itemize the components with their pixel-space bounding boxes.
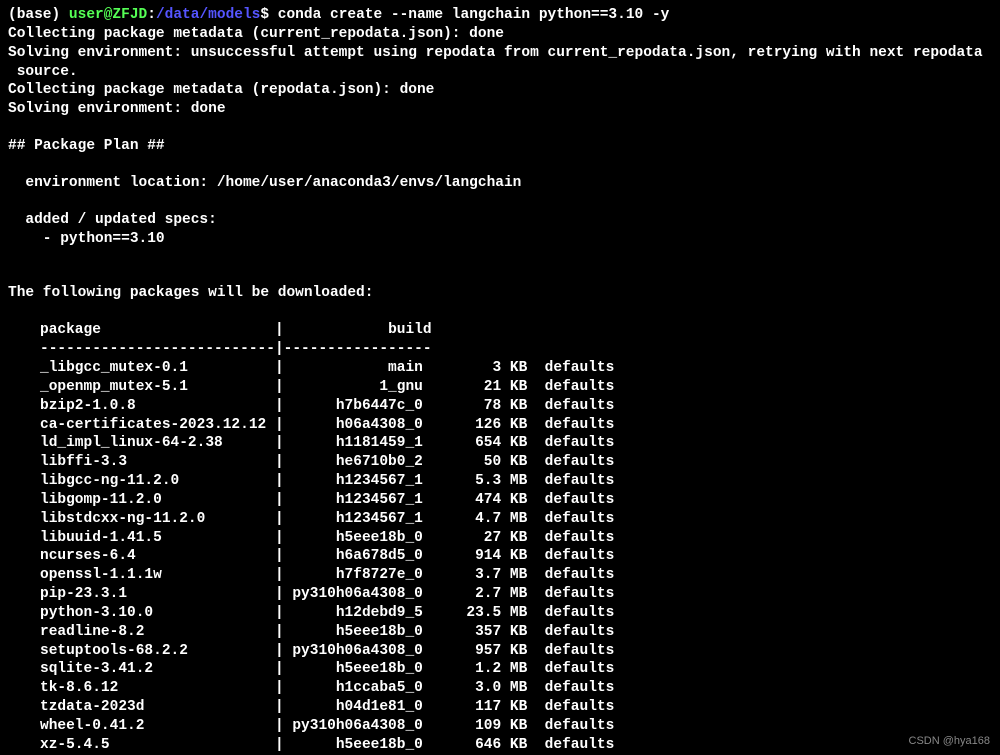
- output-line: Solving environment: unsuccessful attemp…: [8, 44, 992, 63]
- table-row: libgcc-ng-11.2.0 | h1234567_1 5.3 MB def…: [8, 472, 992, 491]
- table-row: openssl-1.1.1w | h7f8727e_0 3.7 MB defau…: [8, 566, 992, 585]
- colon: :: [147, 7, 156, 23]
- table-row: libgomp-11.2.0 | h1234567_1 474 KB defau…: [8, 491, 992, 510]
- table-row: wheel-0.41.2 | py310h06a4308_0 109 KB de…: [8, 717, 992, 736]
- table-row: bzip2-1.0.8 | h7b6447c_0 78 KB defaults: [8, 397, 992, 416]
- output-line: Collecting package metadata (current_rep…: [8, 25, 992, 44]
- table-row: _openmp_mutex-5.1 | 1_gnu 21 KB defaults: [8, 378, 992, 397]
- prompt-prefix: (base): [8, 7, 69, 23]
- table-row: tk-8.6.12 | h1ccaba5_0 3.0 MB defaults: [8, 679, 992, 698]
- header-package: package: [40, 322, 101, 338]
- output-line: Collecting package metadata (repodata.js…: [8, 81, 992, 100]
- added-specs-header: added / updated specs:: [8, 211, 992, 230]
- output-line: source.: [8, 63, 992, 82]
- table-row: libffi-3.3 | he6710b0_2 50 KB defaults: [8, 453, 992, 472]
- output-line: Solving environment: done: [8, 100, 992, 119]
- table-row: sqlite-3.41.2 | h5eee18b_0 1.2 MB defaul…: [8, 660, 992, 679]
- table-row: ld_impl_linux-64-2.38 | h1181459_1 654 K…: [8, 434, 992, 453]
- table-row: readline-8.2 | h5eee18b_0 357 KB default…: [8, 623, 992, 642]
- table-row: xz-5.4.5 | h5eee18b_0 646 KB defaults: [8, 736, 992, 755]
- table-row: setuptools-68.2.2 | py310h06a4308_0 957 …: [8, 642, 992, 661]
- table-row: pip-23.3.1 | py310h06a4308_0 2.7 MB defa…: [8, 585, 992, 604]
- table-separator: ---------------------------|------------…: [8, 340, 992, 359]
- table-row: _libgcc_mutex-0.1 | main 3 KB defaults: [8, 359, 992, 378]
- table-row: python-3.10.0 | h12debd9_5 23.5 MB defau…: [8, 604, 992, 623]
- watermark: CSDN @hya168: [909, 734, 990, 748]
- env-location: environment location: /home/user/anacond…: [8, 174, 992, 193]
- table-row: libuuid-1.41.5 | h5eee18b_0 27 KB defaul…: [8, 529, 992, 548]
- command-input[interactable]: conda create --name langchain python==3.…: [278, 7, 670, 23]
- prompt-line: (base) user@ZFJD:/data/models$ conda cre…: [8, 6, 992, 25]
- cwd-path: /data/models: [156, 7, 260, 23]
- table-row: tzdata-2023d | h04d1e81_0 117 KB default…: [8, 698, 992, 717]
- table-row: libstdcxx-ng-11.2.0 | h1234567_1 4.7 MB …: [8, 510, 992, 529]
- download-header: The following packages will be downloade…: [8, 284, 992, 303]
- user-host: user@ZFJD: [69, 7, 147, 23]
- header-build: build: [388, 322, 432, 338]
- table-row: ncurses-6.4 | h6a678d5_0 914 KB defaults: [8, 547, 992, 566]
- added-spec: - python==3.10: [8, 230, 992, 249]
- package-plan-header: ## Package Plan ##: [8, 137, 992, 156]
- table-header: package | build: [8, 321, 992, 340]
- table-row: ca-certificates-2023.12.12 | h06a4308_0 …: [8, 416, 992, 435]
- dollar: $: [260, 7, 277, 23]
